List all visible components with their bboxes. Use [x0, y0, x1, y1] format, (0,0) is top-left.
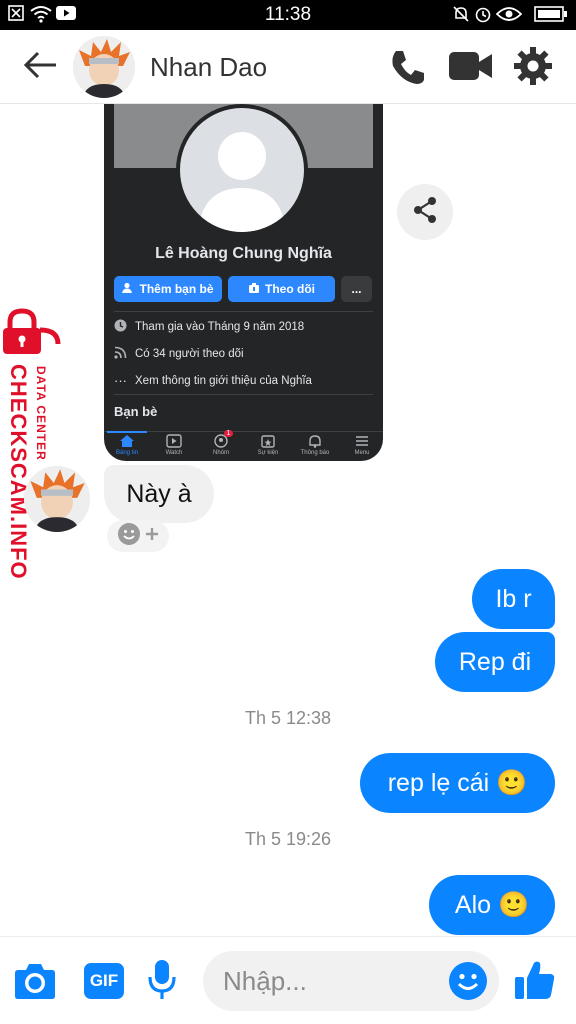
- share-icon: [412, 196, 438, 229]
- about-row: ··· Xem thông tin giới thiệu của Nghĩa: [114, 373, 312, 388]
- contact-name[interactable]: Nhan Dao: [150, 52, 267, 83]
- contact-avatar[interactable]: [73, 36, 135, 98]
- friends-heading: Bạn bè: [114, 404, 158, 419]
- video-call-icon[interactable]: [449, 50, 493, 87]
- add-friend-button: Thêm bạn bè: [114, 276, 222, 302]
- share-button[interactable]: [397, 184, 453, 240]
- followers-row: Có 34 người theo dõi: [114, 346, 244, 362]
- plus-icon: [145, 527, 159, 546]
- profile-picture: [176, 104, 308, 236]
- shared-profile-screenshot[interactable]: Lê Hoàng Chung Nghĩa Thêm bạn bè Theo dõ…: [104, 104, 383, 461]
- rss-icon: [114, 346, 127, 362]
- clock-icon: [114, 319, 127, 335]
- padlock-icon: [2, 308, 62, 359]
- incoming-message[interactable]: Này à: [104, 465, 214, 523]
- outgoing-message[interactable]: Ib r: [472, 569, 555, 629]
- checkscam-watermark: CHECKSCAM.INFO DATA CENTER: [0, 308, 64, 588]
- phone-call-icon[interactable]: [388, 47, 428, 92]
- add-person-icon: [122, 282, 134, 297]
- timestamp: Th 5 19:26: [244, 829, 332, 849]
- follow-icon: [248, 282, 260, 297]
- tab-home: Bảng tin: [107, 434, 147, 456]
- tab-menu: Menu: [342, 434, 382, 456]
- settings-gear-icon[interactable]: [513, 46, 553, 91]
- divider: [114, 311, 373, 312]
- more-options-button: ...: [341, 276, 372, 302]
- status-bar: 11:38: [0, 0, 576, 30]
- watermark-brand: CHECKSCAM.INFO: [6, 364, 31, 580]
- follow-button: Theo dõi: [228, 276, 335, 302]
- microphone-icon[interactable]: [148, 959, 176, 1006]
- thumbs-up-icon[interactable]: [514, 959, 556, 1006]
- tab-watch: Watch: [154, 434, 194, 456]
- active-tab-indicator: [107, 431, 147, 433]
- groups-icon: 1: [213, 430, 233, 450]
- outgoing-message[interactable]: Alo 🙂: [429, 875, 555, 935]
- smiley-icon: [117, 522, 141, 551]
- sender-avatar[interactable]: [24, 466, 90, 532]
- groups-badge: 1: [224, 430, 233, 437]
- outgoing-message[interactable]: rep lẹ cái 🙂: [360, 753, 555, 813]
- gif-button[interactable]: GIF: [84, 963, 124, 999]
- eye-icon: [495, 5, 523, 28]
- alarm-icon: [474, 5, 492, 28]
- outgoing-message[interactable]: Rep đi: [435, 632, 555, 692]
- watermark-tag: DATA CENTER: [34, 366, 48, 461]
- divider: [114, 394, 373, 395]
- camera-icon[interactable]: [14, 962, 56, 1005]
- add-reaction-button[interactable]: [107, 520, 169, 552]
- tab-events: Sự kiện: [248, 434, 288, 456]
- tab-notifications: Thông báo: [295, 434, 335, 456]
- tab-groups: 1 Nhóm: [201, 430, 241, 456]
- joined-row: Tham gia vào Tháng 9 năm 2018: [114, 319, 304, 335]
- emoji-icon[interactable]: [448, 961, 488, 1006]
- profile-name: Lê Hoàng Chung Nghĩa: [155, 245, 332, 262]
- message-composer: GIF: [0, 936, 576, 1024]
- chat-header: Nhan Dao: [0, 30, 576, 104]
- ellipsis-icon: ···: [114, 373, 127, 388]
- battery-icon: [534, 5, 568, 28]
- mute-bell-icon: [452, 5, 470, 28]
- timestamp: Th 5 12:38: [244, 708, 332, 728]
- back-arrow-icon[interactable]: [22, 50, 58, 85]
